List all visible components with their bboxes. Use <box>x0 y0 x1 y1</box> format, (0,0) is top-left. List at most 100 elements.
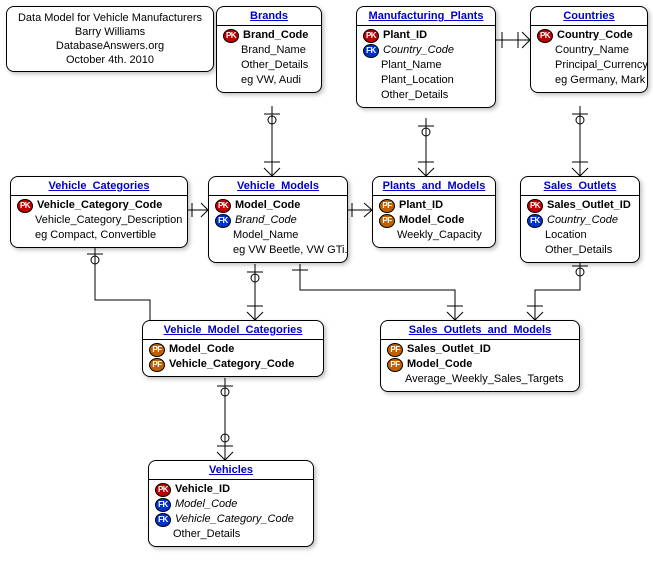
attribute-row: PFPlant_ID <box>379 198 489 213</box>
fk-icon: FK <box>527 214 543 228</box>
attribute-name: Vehicle_ID <box>175 482 230 497</box>
key-spacer <box>537 75 551 87</box>
entity-body: PK Vehicle_IDFKModel_CodeFKVehicle_Catego… <box>149 480 313 546</box>
attribute-row: eg VW Beetle, VW GTi. <box>215 243 341 258</box>
entity-title: Vehicle_Models <box>209 177 347 196</box>
fk-icon: FK <box>215 214 231 228</box>
attribute-name: Country_Name <box>555 43 629 58</box>
pf-icon: PF <box>387 358 403 372</box>
attribute-row: FKCountry_Code <box>363 43 489 58</box>
note-line-4: October 4th. 2010 <box>15 53 205 67</box>
title-note: Data Model for Vehicle Manufacturers Bar… <box>6 6 214 72</box>
attribute-row: PK Country_Code <box>537 28 641 43</box>
attribute-name: Model_Code <box>175 497 237 512</box>
entity-plants-and-models: Plants_and_Models PFPlant_IDPFModel_Code… <box>372 176 496 248</box>
entity-vehicle-categories: Vehicle_Categories PK Vehicle_Category_Co… <box>10 176 188 248</box>
attribute-name: Plant_Location <box>381 73 454 88</box>
attribute-row: Model_Name <box>215 228 341 243</box>
attribute-row: FKVehicle_Category_Code <box>155 512 307 527</box>
entity-body: PFPlant_IDPFModel_CodeWeekly_Capacity <box>373 196 495 247</box>
attribute-name: Vehicle_Category_Code <box>175 512 294 527</box>
attribute-row: FKCountry_Code <box>527 213 633 228</box>
attribute-name: Vehicle_Category_Description <box>35 213 182 228</box>
entity-body: PF Sales_Outlet_ID PF Model_CodeAverage_Wee… <box>381 340 579 391</box>
attribute-name: Principal_Currency <box>555 58 648 73</box>
key-spacer <box>223 75 237 87</box>
pf-icon: PF <box>379 214 395 228</box>
attribute-name: eg VW, Audi <box>241 73 301 88</box>
entity-title: Sales_Outlets_and_Models <box>381 321 579 340</box>
attribute-row: PK Plant_ID <box>363 28 489 43</box>
attribute-row: Vehicle_Category_Description <box>17 213 181 228</box>
attribute-name: Sales_Outlet_ID <box>407 342 491 357</box>
attribute-name: Other_Details <box>545 243 612 258</box>
attribute-row: Other_Details <box>155 527 307 542</box>
entity-brands: Brands PKBrand_CodeBrand_NameOther_Detai… <box>216 6 322 93</box>
key-spacer <box>363 90 377 102</box>
attribute-name: Model_Code <box>169 342 234 357</box>
entity-title: Manufacturing_Plants <box>357 7 495 26</box>
entity-title: Brands <box>217 7 321 26</box>
attribute-name: Brand_Code <box>235 213 297 228</box>
attribute-name: Weekly_Capacity <box>397 228 482 243</box>
entity-sales-outlets: Sales_Outlets PKSales_Outlet_IDFKCountry… <box>520 176 640 263</box>
attribute-row: FKModel_Code <box>155 497 307 512</box>
attribute-name: Country_Code <box>383 43 454 58</box>
attribute-row: Location <box>527 228 633 243</box>
attribute-name: Vehicle_Category_Code <box>169 357 294 372</box>
pk-icon: PK <box>17 199 33 213</box>
attribute-name: eg Compact, Convertible <box>35 228 156 243</box>
key-spacer <box>215 230 229 242</box>
key-spacer <box>363 60 377 72</box>
note-line-2: Barry Williams <box>15 25 205 39</box>
attribute-name: Average_Weekly_Sales_Targets <box>405 372 564 387</box>
key-spacer <box>537 45 551 57</box>
pf-icon: PF <box>149 343 165 357</box>
entity-title: Vehicle_Model_Categories <box>143 321 323 340</box>
pk-icon: PK <box>155 483 171 497</box>
attribute-name: Plant_Name <box>381 58 442 73</box>
attribute-row: PK Vehicle_ID <box>155 482 307 497</box>
key-spacer <box>17 230 31 242</box>
attribute-name: Location <box>545 228 587 243</box>
attribute-name: Other_Details <box>241 58 308 73</box>
attribute-row: eg Compact, Convertible <box>17 228 181 243</box>
entity-body: PF Model_Code PF Vehicle_Category_Code <box>143 340 323 376</box>
attribute-row: eg VW, Audi <box>223 73 315 88</box>
attribute-row: PF Vehicle_Category_Code <box>149 357 317 372</box>
key-spacer <box>215 245 229 257</box>
pk-icon: PK <box>223 29 239 43</box>
pf-icon: PF <box>149 358 165 372</box>
entity-body: PKSales_Outlet_IDFKCountry_CodeLocationO… <box>521 196 639 262</box>
note-line-1: Data Model for Vehicle Manufacturers <box>15 11 205 25</box>
entity-manufacturing-plants: Manufacturing_Plants PK Plant_IDFKCountry… <box>356 6 496 108</box>
attribute-name: Vehicle_Category_Code <box>37 198 162 213</box>
entity-title: Vehicle_Categories <box>11 177 187 196</box>
attribute-row: PKSales_Outlet_ID <box>527 198 633 213</box>
attribute-name: eg Germany, Mark <box>555 73 645 88</box>
attribute-row: PF Model_Code <box>149 342 317 357</box>
attribute-name: Plant_ID <box>383 28 427 43</box>
attribute-row: Weekly_Capacity <box>379 228 489 243</box>
entity-body: PKBrand_CodeBrand_NameOther_Detailseg VW… <box>217 26 321 92</box>
entity-body: PK Vehicle_Category_CodeVehicle_Category_… <box>11 196 187 247</box>
attribute-row: PKModel_Code <box>215 198 341 213</box>
key-spacer <box>387 374 401 386</box>
attribute-name: Sales_Outlet_ID <box>547 198 631 213</box>
attribute-name: Model_Code <box>407 357 472 372</box>
attribute-row: Average_Weekly_Sales_Targets <box>387 372 573 387</box>
pk-icon: PK <box>363 29 379 43</box>
attribute-row: Brand_Name <box>223 43 315 58</box>
attribute-name: Model_Name <box>233 228 298 243</box>
entity-body: PK Country_CodeCountry_NamePrincipal_Curr… <box>531 26 647 92</box>
attribute-row: Country_Name <box>537 43 641 58</box>
note-line-3: DatabaseAnswers.org <box>15 39 205 53</box>
entity-body: PK Plant_IDFKCountry_CodePlant_NamePlant_… <box>357 26 495 107</box>
attribute-row: PFModel_Code <box>379 213 489 228</box>
entity-vehicles: Vehicles PKVehicle_IDFKModel_CodeFKVehic… <box>148 460 314 547</box>
pf-icon: PF <box>387 343 403 357</box>
attribute-name: Country_Code <box>557 28 633 43</box>
entity-vehicle-model-categories: Vehicle_Model_Categories PF Model_Code PF V… <box>142 320 324 377</box>
pk-icon: PK <box>537 29 553 43</box>
attribute-row: PK Vehicle_Category_Code <box>17 198 181 213</box>
